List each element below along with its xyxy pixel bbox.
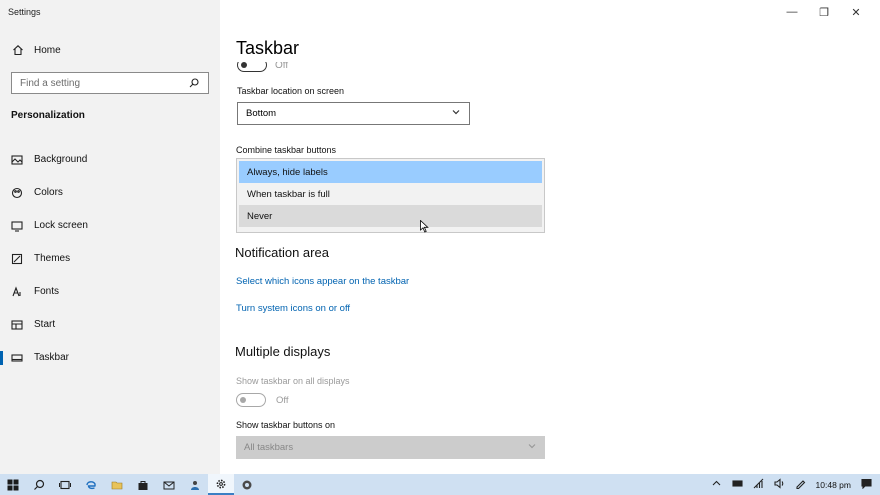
mail-icon bbox=[163, 481, 175, 489]
sidebar-item-label: Taskbar bbox=[34, 352, 70, 363]
sidebar-nav: Background Colors Lock screen Themes Fon… bbox=[0, 143, 220, 374]
sidebar-item-lock-screen[interactable]: Lock screen bbox=[0, 209, 220, 242]
sidebar-item-colors[interactable]: Colors bbox=[0, 176, 220, 209]
option-always-hide-labels[interactable]: Always, hide labels bbox=[239, 161, 542, 183]
search-taskbar-button[interactable] bbox=[26, 474, 52, 495]
notification-heading: Notification area bbox=[235, 245, 329, 260]
show-all-label: Show taskbar on all displays bbox=[236, 376, 350, 386]
toggle-state: Off bbox=[275, 59, 289, 71]
folder-icon bbox=[111, 481, 123, 489]
chevron-down-icon bbox=[527, 441, 537, 454]
location-value: Bottom bbox=[246, 108, 277, 119]
system-icons-link[interactable]: Turn system icons on or off bbox=[236, 303, 350, 314]
windows-taskbar: 10:48 pm bbox=[0, 474, 880, 495]
page-title: Taskbar bbox=[236, 38, 300, 58]
lock-screen-icon bbox=[11, 220, 23, 232]
action-center-icon[interactable] bbox=[861, 478, 872, 491]
minimize-button[interactable]: — bbox=[776, 3, 808, 21]
start-button[interactable] bbox=[0, 474, 26, 495]
file-explorer-button[interactable] bbox=[104, 474, 130, 495]
search-input[interactable] bbox=[20, 77, 180, 89]
main-content: Taskbar Off Taskbar location on screen B… bbox=[220, 0, 880, 474]
sidebar: Settings Home Personalization Background… bbox=[0, 0, 220, 474]
search-box[interactable] bbox=[11, 72, 209, 94]
app-icon bbox=[242, 480, 252, 489]
sidebar-item-label: Themes bbox=[34, 253, 71, 264]
pen-icon[interactable] bbox=[795, 478, 806, 491]
toggle-switch-disabled bbox=[236, 393, 266, 407]
show-buttons-dropdown: All taskbars bbox=[236, 436, 545, 459]
chevron-down-icon bbox=[451, 107, 461, 120]
partial-toggle-row[interactable]: Off bbox=[237, 59, 289, 72]
settings-taskbar-button[interactable] bbox=[208, 474, 234, 495]
mouse-cursor-icon bbox=[420, 220, 429, 233]
start-icon bbox=[11, 319, 23, 331]
location-dropdown[interactable]: Bottom bbox=[237, 102, 470, 125]
section-heading: Personalization bbox=[11, 110, 85, 121]
store-button[interactable] bbox=[130, 474, 156, 495]
select-icons-link[interactable]: Select which icons appear on the taskbar bbox=[236, 276, 409, 287]
sidebar-item-label: Colors bbox=[34, 187, 63, 198]
restore-button[interactable]: ❐ bbox=[808, 3, 840, 21]
sidebar-item-taskbar[interactable]: Taskbar bbox=[0, 341, 220, 374]
picture-icon bbox=[11, 154, 23, 166]
close-button[interactable]: ✕ bbox=[840, 3, 872, 21]
location-label: Taskbar location on screen bbox=[237, 86, 345, 96]
show-all-toggle-row: Off bbox=[236, 393, 289, 407]
app-title: Settings bbox=[8, 7, 41, 17]
sidebar-item-background[interactable]: Background bbox=[0, 143, 220, 176]
sidebar-item-label: Background bbox=[34, 154, 88, 165]
combine-dropdown-list[interactable]: Always, hide labels When taskbar is full… bbox=[236, 158, 545, 233]
pinned-app-button[interactable] bbox=[234, 474, 260, 495]
toggle-state: Off bbox=[276, 394, 289, 406]
font-icon bbox=[11, 285, 23, 298]
system-tray: 10:48 pm bbox=[711, 474, 872, 495]
option-when-full[interactable]: When taskbar is full bbox=[239, 183, 542, 205]
shopping-bag-icon bbox=[138, 480, 148, 490]
multiple-displays-heading: Multiple displays bbox=[235, 344, 331, 359]
gear-icon bbox=[216, 479, 226, 488]
task-view-icon bbox=[59, 480, 71, 489]
people-app-button[interactable] bbox=[182, 474, 208, 495]
search-icon bbox=[34, 479, 45, 490]
chevron-up-icon[interactable] bbox=[711, 478, 722, 491]
mail-button[interactable] bbox=[156, 474, 182, 495]
volume-icon[interactable] bbox=[773, 478, 785, 491]
sidebar-item-start[interactable]: Start bbox=[0, 308, 220, 341]
home-icon bbox=[12, 44, 24, 56]
show-buttons-label: Show taskbar buttons on bbox=[236, 420, 336, 430]
sidebar-item-label: Start bbox=[34, 319, 56, 330]
app-icon bbox=[191, 480, 199, 490]
home-label: Home bbox=[34, 44, 61, 56]
home-nav-item[interactable]: Home bbox=[12, 44, 61, 56]
option-never[interactable]: Never bbox=[239, 205, 542, 227]
show-buttons-value: All taskbars bbox=[244, 442, 294, 453]
window-controls: — ❐ ✕ bbox=[776, 3, 872, 21]
sidebar-item-label: Fonts bbox=[34, 286, 60, 297]
task-view-button[interactable] bbox=[52, 474, 78, 495]
wifi-icon[interactable] bbox=[753, 478, 764, 491]
edge-browser-icon bbox=[86, 480, 96, 489]
network-adapter-icon[interactable] bbox=[731, 478, 743, 491]
toggle-switch[interactable] bbox=[237, 62, 267, 72]
palette-icon bbox=[11, 187, 23, 199]
clock[interactable]: 10:48 pm bbox=[816, 480, 851, 490]
sidebar-item-label: Lock screen bbox=[34, 220, 88, 231]
combine-label: Combine taskbar buttons bbox=[236, 145, 337, 155]
sidebar-item-fonts[interactable]: Fonts bbox=[0, 275, 220, 308]
sidebar-item-themes[interactable]: Themes bbox=[0, 242, 220, 275]
search-icon[interactable] bbox=[188, 77, 200, 89]
windows-logo-icon bbox=[7, 479, 19, 490]
edge-button[interactable] bbox=[78, 474, 104, 495]
brush-icon bbox=[11, 253, 23, 265]
taskbar-icon bbox=[11, 352, 23, 364]
